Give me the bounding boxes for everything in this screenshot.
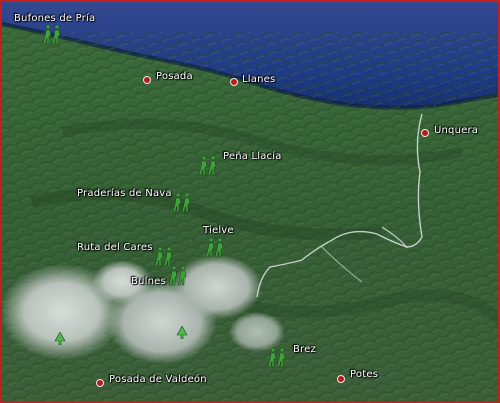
place-label-ruta-cares[interactable]: Ruta del Cares (77, 242, 153, 253)
tree-icon[interactable] (54, 332, 66, 345)
map-frame: Bufones de Pría Posada Llanes Unquera Pe… (0, 0, 500, 403)
place-label-brez[interactable]: Brez (293, 344, 316, 355)
town-dot-icon[interactable] (421, 129, 429, 137)
place-label-pena-llacia[interactable]: Peña Llacia (223, 151, 282, 162)
town-dot-icon[interactable] (96, 379, 104, 387)
place-label-tielve[interactable]: Tielve (203, 225, 234, 236)
place-label-llanes[interactable]: Llanes (242, 74, 275, 85)
place-label-bulnes[interactable]: Bulnes (131, 276, 166, 287)
hikers-icon[interactable] (198, 155, 220, 177)
hikers-icon[interactable] (267, 347, 289, 369)
town-dot-icon[interactable] (337, 375, 345, 383)
town-dot-icon[interactable] (143, 76, 151, 84)
hikers-icon[interactable] (168, 265, 190, 287)
hikers-icon[interactable] (42, 24, 64, 46)
place-label-posada[interactable]: Posada (156, 71, 193, 82)
hikers-icon[interactable] (205, 237, 227, 259)
place-label-posada-valdeon[interactable]: Posada de Valdeón (109, 374, 207, 385)
tree-icon[interactable] (176, 326, 188, 339)
satellite-terrain[interactable] (2, 2, 500, 403)
place-label-bufones[interactable]: Bufones de Pría (14, 13, 95, 24)
place-label-potes[interactable]: Potes (350, 369, 378, 380)
hikers-icon[interactable] (172, 192, 194, 214)
town-dot-icon[interactable] (230, 78, 238, 86)
place-label-unquera[interactable]: Unquera (434, 125, 478, 136)
place-label-praderias[interactable]: Praderías de Nava (77, 188, 172, 199)
